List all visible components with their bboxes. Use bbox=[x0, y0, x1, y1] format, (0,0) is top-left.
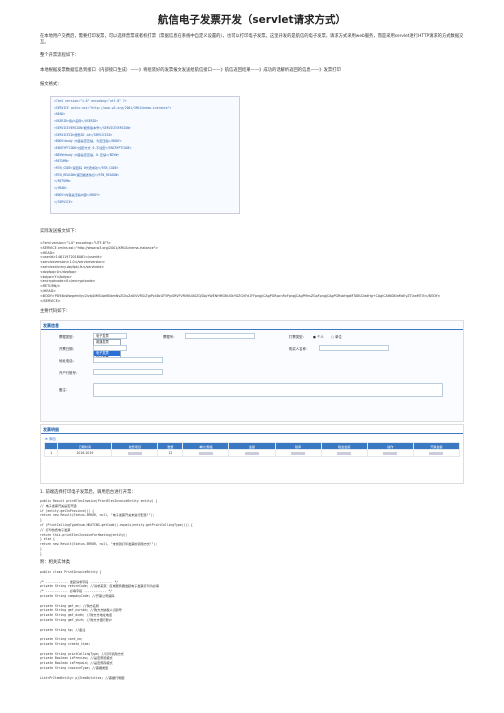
flow-paragraph: 本地根据发票数据信息到接口（内部接口生成）——》将组装好的发票报文发送给航信接口… bbox=[40, 68, 341, 73]
buyer-label: 购买人名称： bbox=[289, 347, 310, 351]
address-input[interactable] bbox=[93, 357, 163, 363]
plus-icon: ⊕ bbox=[45, 437, 48, 441]
invoice-type-label: 票据类型： bbox=[59, 335, 76, 339]
code-line: List<PrItemEntity> pjItemEntities; //票据行… bbox=[40, 675, 125, 680]
column-header: 操作 bbox=[366, 442, 414, 450]
invoice-detail-screenshot: 发票明细 ⊕ 添加 日期时间 收费项目 数量 单价/规格 金额 税率 税金金额 操作 开票金额 … bbox=[40, 424, 464, 484]
xml-template-line: <RTN_REASON>返回描述信息</RTN_REASON> bbox=[54, 172, 120, 177]
column-header: 开票金额 bbox=[412, 442, 461, 450]
xml-line: <BODY>PD94bWwgdmVyc2lvbj0iMS4wIiBlbmNvZG… bbox=[40, 293, 441, 298]
xml-template-line: <BODY>内容是压缩内容</BODY> bbox=[54, 192, 100, 197]
divider bbox=[41, 433, 463, 434]
xml-template-image: <?xml version="1.0" encoding="utf-8" ?> <… bbox=[50, 96, 240, 214]
column-header bbox=[43, 442, 59, 450]
add-row-label: 添加 bbox=[48, 437, 56, 441]
code-block-1: public Result printElecInvoice(PrintElec… bbox=[40, 499, 464, 557]
table-cell: 2016-2019 bbox=[57, 449, 113, 457]
xml-template-line: </HEAD> bbox=[54, 186, 68, 191]
document-page: 航信电子发票开发（servlet请求方式） 在本地用户交费后，需要打印发票，可以… bbox=[0, 0, 504, 713]
xml-template-line: <BODY>body 内容是否压缩，为否压缩</BODY> bbox=[54, 139, 122, 144]
column-header: 金额 bbox=[228, 442, 276, 450]
xml-template-line: <USERID>用户名称</USERID> bbox=[54, 119, 99, 124]
table-cell bbox=[366, 449, 414, 457]
table-cell bbox=[274, 449, 322, 457]
print-type-radio-company[interactable]: ○ 单位 bbox=[331, 334, 342, 339]
table-cell: 12 bbox=[157, 449, 184, 457]
remark-label: 备注： bbox=[59, 388, 70, 392]
table-cell bbox=[320, 449, 368, 457]
redacted-value bbox=[198, 451, 213, 455]
invoice-detail-table: 日期时间 收费项目 数量 单价/规格 金额 税率 税金金额 操作 开票金额 1 2016-2019… bbox=[43, 442, 461, 457]
invoice-no-label: 票据号： bbox=[163, 335, 177, 339]
open-date-input[interactable] bbox=[93, 345, 127, 351]
request-format-heading: 报文格式： bbox=[40, 82, 62, 87]
intro-paragraph: 在本地用户交费后，需要打印发票，可以选择普票或者机打票（票据信息在系统中自定义设… bbox=[40, 34, 464, 45]
page-title: 航信电子发票开发（servlet请求方式） bbox=[157, 14, 347, 26]
print-type-personal-label: 个人 bbox=[317, 335, 324, 339]
xml-template-line: <BDYW>body 内容是否压缩，0-压缩</BDYW> bbox=[54, 152, 120, 157]
redacted-value bbox=[383, 451, 398, 455]
xml-template-line: <SERVICE xmlns:xsi="http://www.w3.org/20… bbox=[54, 105, 172, 110]
xml-template-line: <HEAD> bbox=[54, 112, 66, 117]
xml-template-line: <RETURN> bbox=[54, 159, 69, 164]
xml-line: </SERVICE> bbox=[40, 298, 61, 303]
redacted-value bbox=[429, 451, 444, 455]
code-line: } bbox=[40, 551, 42, 556]
table-cell: 1 bbox=[43, 449, 59, 457]
redacted-value bbox=[127, 451, 142, 455]
xml-template-line: <SERVICEVERSION>服务版本号</SERVICEVERSION> bbox=[54, 125, 131, 130]
buyer-input[interactable] bbox=[319, 345, 389, 351]
print-type-company-label: 单位 bbox=[335, 335, 342, 339]
invoice-no-input[interactable] bbox=[185, 333, 255, 339]
column-header: 数量 bbox=[157, 442, 184, 450]
print-type-radio-personal[interactable]: ● 个人 bbox=[313, 334, 324, 339]
step1-heading: 1. 前端选择打印电子发票后，调用后台进行开票： bbox=[40, 490, 136, 495]
ui-heading: 主要代码如下： bbox=[40, 309, 71, 314]
address-label: 地址电话： bbox=[59, 359, 76, 363]
table-cell bbox=[228, 449, 276, 457]
redacted-value bbox=[245, 451, 259, 455]
column-header: 税金金额 bbox=[320, 442, 368, 450]
xml-template-line: <?xml version="1.0" encoding="utf-8" ?> bbox=[54, 99, 127, 103]
step2-heading: 附：相关实体类 bbox=[40, 560, 71, 565]
table-cell bbox=[111, 449, 159, 457]
divider bbox=[41, 329, 463, 330]
redacted-value bbox=[291, 451, 306, 455]
table-cell bbox=[412, 449, 461, 457]
column-header: 单价/规格 bbox=[182, 442, 230, 450]
xml-template-line: <ENCRYPTCODE>加密方式 0-不加密</ENCRYPTCODE> bbox=[54, 145, 132, 150]
add-row-button[interactable]: ⊕ 添加 bbox=[45, 436, 56, 441]
xml-template-line: <SERVICEID>服务ID id</SERVICEID> bbox=[54, 132, 113, 137]
table-cell bbox=[182, 449, 230, 457]
table-row[interactable]: 1 2016-2019 12 bbox=[43, 449, 461, 457]
invoice-form-screenshot: 发票信息 票据类型： 电子发票 普通发票增值发票电子发票其他发票 票据号： 打票… bbox=[40, 320, 464, 422]
bank-input[interactable] bbox=[93, 369, 163, 375]
xml-template-line: </SERVICE> bbox=[54, 199, 73, 204]
print-type-label: 打票类型： bbox=[289, 335, 306, 339]
flow-heading: 整个开票流程如下： bbox=[40, 53, 79, 58]
column-header: 税率 bbox=[274, 442, 322, 450]
xml-template-line: </RETURN> bbox=[54, 179, 71, 184]
column-header: 收费项目 bbox=[111, 442, 159, 450]
actual-xml-block: <?xml version="1.0" encoding="UTF-8"?> <S… bbox=[40, 241, 464, 303]
column-header: 日期时间 bbox=[57, 442, 113, 450]
xml-template-line: <RTN_CODE>返回码 0代表成功</RTN_CODE> bbox=[54, 166, 119, 171]
redacted-value bbox=[337, 451, 352, 455]
remark-textarea[interactable] bbox=[93, 383, 443, 397]
bank-label: 开户行账号： bbox=[59, 371, 80, 375]
actual-xml-heading: 实际发送报文如下： bbox=[40, 229, 79, 234]
code-block-2: public class PrintInvoiceEntity { /* ---… bbox=[40, 570, 464, 680]
open-date-label: 开票日期： bbox=[59, 347, 76, 351]
